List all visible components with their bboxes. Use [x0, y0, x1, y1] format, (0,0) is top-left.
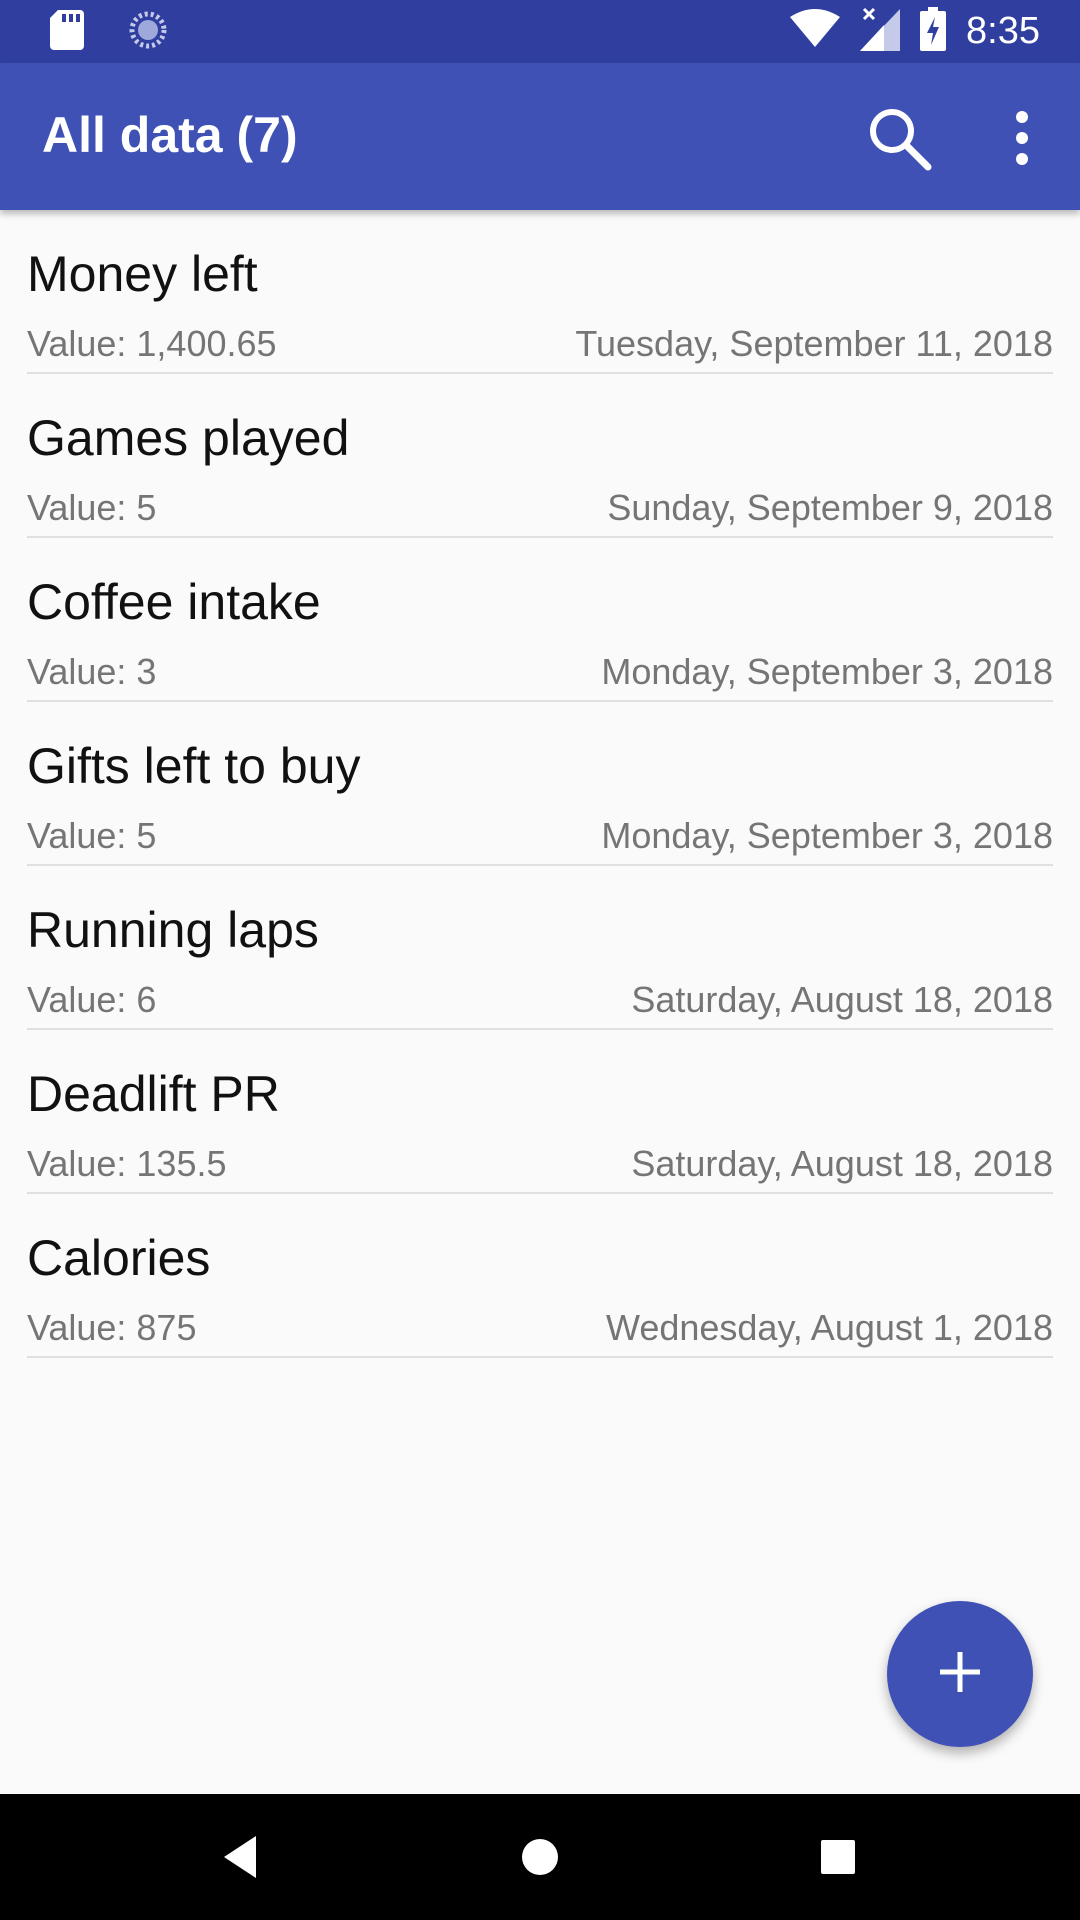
- list-item[interactable]: Money left Value: 1,400.65 Tuesday, Sept…: [0, 210, 1080, 374]
- divider: [27, 1356, 1053, 1358]
- item-name: Calories: [27, 1230, 211, 1286]
- status-bar: 8:35: [0, 0, 1080, 63]
- list-item[interactable]: Deadlift PR Value: 135.5 Saturday, Augus…: [0, 1030, 1080, 1194]
- item-name: Deadlift PR: [27, 1066, 280, 1122]
- home-icon: [509, 1839, 571, 1892]
- battery-charging-icon: [920, 6, 947, 56]
- data-list: Money left Value: 1,400.65 Tuesday, Sept…: [0, 210, 1080, 1358]
- app-bar: All data (7): [0, 63, 1080, 210]
- add-icon: [938, 1650, 982, 1699]
- item-date: Saturday, August 18, 2018: [631, 1143, 1053, 1184]
- recents-button[interactable]: [807, 1826, 869, 1888]
- list-item[interactable]: Gifts left to buy Value: 5 Monday, Septe…: [0, 702, 1080, 866]
- status-time: 8:35: [966, 10, 1040, 52]
- item-name: Coffee intake: [27, 574, 321, 630]
- item-date: Monday, September 3, 2018: [601, 651, 1053, 692]
- item-value: Value: 1,400.65: [27, 323, 277, 364]
- search-button[interactable]: [866, 105, 932, 171]
- sd-card-icon: [50, 10, 84, 55]
- recents-icon: [807, 1840, 869, 1892]
- search-icon: [866, 109, 932, 175]
- wifi-icon: [790, 8, 841, 54]
- item-value: Value: 6: [27, 979, 157, 1020]
- sync-icon: [128, 10, 168, 55]
- item-name: Money left: [27, 246, 258, 302]
- item-date: Saturday, August 18, 2018: [631, 979, 1053, 1020]
- item-name: Games played: [27, 410, 350, 466]
- list-item[interactable]: Games played Value: 5 Sunday, September …: [0, 374, 1080, 538]
- signal-icon: [860, 7, 901, 56]
- list-item[interactable]: Coffee intake Value: 3 Monday, September…: [0, 538, 1080, 702]
- item-date: Wednesday, August 1, 2018: [606, 1307, 1053, 1348]
- item-value: Value: 5: [27, 487, 157, 528]
- item-date: Tuesday, September 11, 2018: [575, 323, 1053, 364]
- back-button[interactable]: [210, 1826, 272, 1888]
- item-value: Value: 3: [27, 651, 157, 692]
- item-name: Gifts left to buy: [27, 738, 361, 794]
- list-item[interactable]: Calories Value: 875 Wednesday, August 1,…: [0, 1194, 1080, 1358]
- home-button[interactable]: [509, 1826, 571, 1888]
- item-date: Monday, September 3, 2018: [601, 815, 1053, 856]
- item-value: Value: 875: [27, 1307, 197, 1348]
- page-title: All data (7): [42, 107, 298, 163]
- item-name: Running laps: [27, 902, 319, 958]
- more-vert-icon: [992, 111, 1052, 175]
- add-button[interactable]: [887, 1601, 1033, 1747]
- overflow-menu-button[interactable]: [992, 105, 1052, 171]
- item-date: Sunday, September 9, 2018: [607, 487, 1053, 528]
- navigation-bar: [0, 1794, 1080, 1920]
- back-icon: [210, 1836, 272, 1892]
- item-value: Value: 135.5: [27, 1143, 227, 1184]
- list-item[interactable]: Running laps Value: 6 Saturday, August 1…: [0, 866, 1080, 1030]
- item-value: Value: 5: [27, 815, 157, 856]
